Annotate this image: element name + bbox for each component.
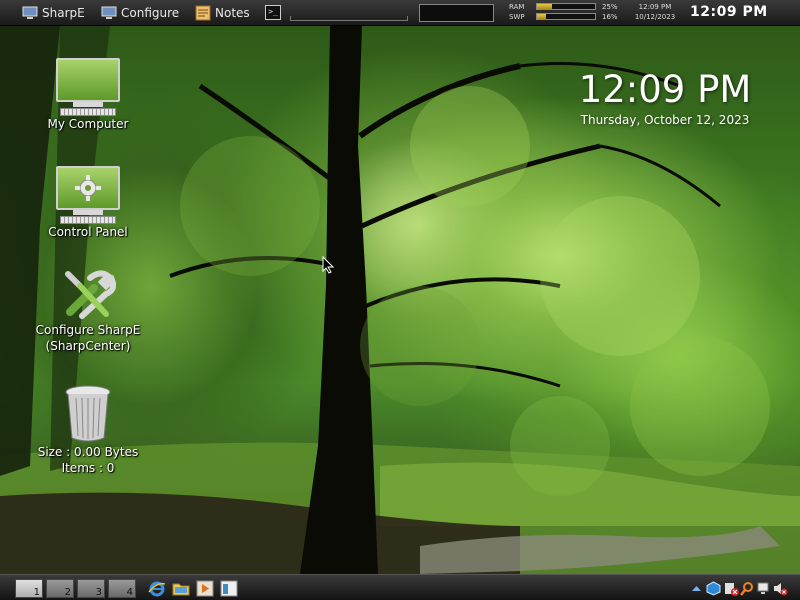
configure-menu-button[interactable]: Configure [101, 3, 179, 23]
tray-search-icon[interactable] [740, 581, 755, 596]
internet-explorer-icon[interactable] [148, 580, 166, 597]
tray-arrow-up-icon[interactable] [689, 581, 704, 596]
swp-label: SWP [509, 13, 525, 21]
recycle-bin-items: Items : 0 [61, 461, 115, 475]
trash-icon [65, 385, 111, 442]
notes-label: Notes [215, 6, 250, 20]
terminal-icon[interactable]: >_ [265, 5, 281, 20]
swp-meter [536, 13, 596, 20]
ram-label: RAM [509, 3, 525, 11]
bottom-panel: 1 2 3 4 [0, 574, 800, 600]
tray-network-icon[interactable] [757, 581, 772, 596]
tray-flag-error-icon[interactable] [724, 581, 739, 596]
control-panel-icon [38, 166, 138, 224]
mini-time: 12:09 PM [638, 3, 672, 11]
computer-icon [38, 58, 138, 116]
task-area[interactable] [290, 16, 408, 21]
ram-meter-fill [537, 4, 552, 9]
window-app-icon[interactable] [220, 580, 238, 597]
recycle-bin-size: Size : 0.00 Bytes [37, 445, 139, 459]
tray-cube-icon[interactable] [706, 581, 721, 596]
sharpe-menu-button[interactable]: SharpE [22, 3, 85, 23]
control-panel-icon-item[interactable]: Control Panel [38, 166, 138, 240]
tools-icon [65, 270, 116, 319]
monitor-icon [22, 5, 38, 21]
mini-date: 10/12/2023 [634, 13, 676, 21]
tray-volume-muted-icon[interactable] [773, 581, 788, 596]
top-panel: SharpE Configure Notes >_ RAM 25% SWP 16… [0, 0, 800, 26]
ram-meter [536, 3, 596, 10]
recycle-bin-icon-item[interactable]: Size : 0.00 Bytes Items : 0 [28, 384, 148, 476]
panel-clock[interactable]: 12:09 PM [690, 4, 768, 20]
gear-icon [75, 175, 101, 201]
sharpe-menu-label: SharpE [42, 6, 85, 20]
notes-button[interactable]: Notes [195, 3, 250, 23]
configure-sharpe-label-line2: (SharpCenter) [45, 339, 131, 353]
workspace-2-button[interactable]: 2 [46, 579, 74, 598]
cpu-graph [419, 4, 494, 22]
folder-icon[interactable] [172, 580, 190, 597]
swp-meter-fill [537, 14, 547, 19]
my-computer-label: My Computer [47, 117, 129, 131]
media-player-icon[interactable] [196, 580, 214, 597]
configure-menu-label: Configure [121, 6, 180, 20]
configure-sharpe-label-line1: Configure SharpE [35, 323, 141, 337]
desktop-clock-date: Thursday, October 12, 2023 [580, 113, 750, 127]
monitor-icon [101, 5, 117, 21]
notes-icon [195, 5, 211, 21]
ram-percent: 25% [602, 3, 618, 11]
workspace-4-button[interactable]: 4 [108, 579, 136, 598]
desktop-clock-widget: 12:09 PM Thursday, October 12, 2023 [560, 68, 770, 127]
my-computer-icon-item[interactable]: My Computer [38, 58, 138, 132]
desktop-clock-time: 12:09 PM [578, 68, 752, 111]
workspace-1-button[interactable]: 1 [15, 579, 43, 598]
workspace-3-button[interactable]: 3 [77, 579, 105, 598]
configure-sharpe-icon-item[interactable]: Configure SharpE (SharpCenter) [28, 268, 148, 354]
mouse-pointer-icon [322, 256, 334, 274]
control-panel-label: Control Panel [48, 225, 128, 239]
swp-percent: 16% [602, 13, 618, 21]
